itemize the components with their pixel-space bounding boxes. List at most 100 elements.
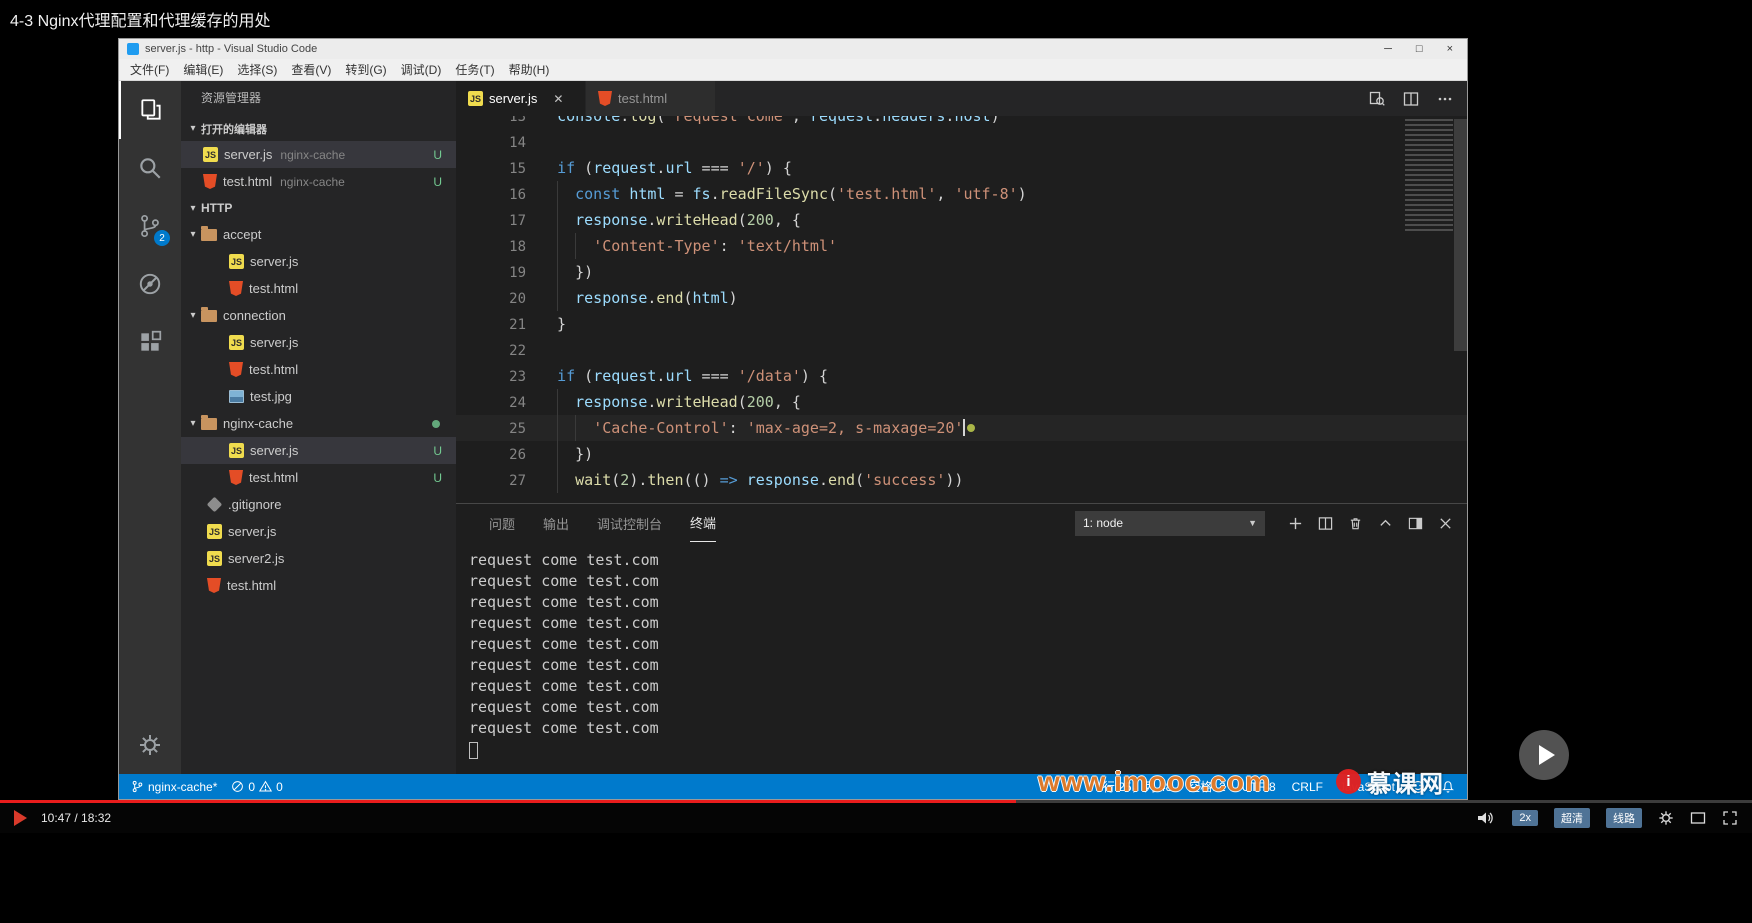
sidebar-title: 资源管理器 (201, 91, 262, 105)
extensions-icon[interactable] (119, 313, 181, 371)
tree-file[interactable]: test.html (181, 572, 456, 599)
workspace-label: HTTP (201, 201, 233, 215)
menu-item[interactable]: 帮助(H) (502, 61, 557, 78)
git-branch-status[interactable]: nginx-cache* (131, 780, 217, 794)
terminal-output[interactable]: request come test.com request come test.c… (456, 542, 1467, 759)
code-text: const html = fs.readFileSync('test.html'… (575, 185, 1027, 203)
file-name: test.html (249, 470, 299, 485)
file-name: test.html (249, 281, 299, 296)
line-number: 25 (509, 421, 526, 437)
menu-item[interactable]: 任务(T) (448, 61, 501, 78)
workspace-header[interactable]: ▾ HTTP (181, 195, 456, 221)
code-editor[interactable]: 13 console.log('request come', request.h… (456, 116, 1467, 503)
tree-file[interactable]: test.html (181, 275, 456, 302)
menu-item[interactable]: 转到(G) (338, 61, 393, 78)
status-item[interactable]: CRLF (1292, 780, 1323, 794)
text-cursor (963, 419, 966, 436)
terminal-select-value: 1: node (1083, 516, 1124, 530)
explorer-icon[interactable] (119, 81, 181, 139)
speed-button[interactable]: 2x (1512, 810, 1538, 826)
panel-tab[interactable]: 问题 (489, 504, 515, 542)
code-text: response.writeHead(200, { (575, 211, 801, 229)
vscode-titlebar[interactable]: server.js - http - Visual Studio Code ─ … (119, 39, 1467, 59)
menu-item[interactable]: 查看(V) (284, 61, 338, 78)
problems-status[interactable]: 0 0 (231, 780, 283, 794)
line-number: 24 (509, 395, 526, 411)
line-button[interactable]: 线路 (1606, 808, 1642, 828)
panel-tab[interactable]: 终端 (690, 504, 717, 542)
code-line: 26 }) (456, 441, 1467, 467)
search-icon[interactable] (119, 139, 181, 197)
open-editor-item[interactable]: JS server.js nginx-cache U (181, 141, 456, 168)
code-line: 24 response.writeHead(200, { (456, 389, 1467, 415)
menu-item[interactable]: 文件(F) (123, 61, 176, 78)
maximize-button[interactable]: □ (1416, 43, 1423, 55)
tree-folder[interactable]: ▾ connection (181, 302, 456, 329)
tree-file[interactable]: JS server.js U (181, 437, 456, 464)
code-text: 'Content-Type': 'text/html' (593, 237, 838, 255)
minimap[interactable] (1405, 119, 1453, 231)
theater-mode-icon[interactable] (1690, 810, 1706, 826)
panel-tab[interactable]: 输出 (543, 504, 569, 542)
terminal-line: request come test.com (469, 614, 659, 632)
tree-folder[interactable]: ▾ accept (181, 221, 456, 248)
editor-tab-test.html[interactable]: test.html (586, 81, 716, 116)
play-button[interactable] (14, 810, 27, 826)
floating-play-button[interactable] (1519, 730, 1569, 780)
panel-layout-icon[interactable] (1408, 516, 1423, 531)
editor-tab-server.js[interactable]: JS server.js ✕ (456, 81, 586, 116)
editor-scrollbar[interactable] (1454, 119, 1467, 351)
file-name: test.html (249, 362, 299, 377)
vscode-logo-icon (127, 43, 139, 55)
close-tab-icon[interactable]: ✕ (553, 92, 563, 106)
split-terminal-icon[interactable] (1318, 516, 1333, 531)
file-name: .gitignore (228, 497, 282, 512)
panel-tab[interactable]: 调试控制台 (597, 504, 662, 542)
warning-icon (259, 780, 273, 792)
menu-item[interactable]: 编辑(E) (176, 61, 230, 78)
menu-item[interactable]: 选择(S) (230, 61, 284, 78)
menu-item[interactable]: 调试(D) (394, 61, 449, 78)
open-preview-icon[interactable] (1369, 91, 1385, 107)
code-line: 14 (456, 129, 1467, 155)
more-actions-icon[interactable] (1437, 91, 1453, 107)
close-button[interactable]: × (1447, 43, 1453, 55)
quality-button[interactable]: 超清 (1554, 808, 1590, 828)
debug-icon[interactable] (119, 255, 181, 313)
line-number: 17 (509, 213, 526, 229)
open-editors-header[interactable]: ▾ 打开的编辑器 (181, 116, 456, 141)
imooc-brand-text: 慕课网 (1367, 771, 1445, 798)
tree-file[interactable]: test.jpg (181, 383, 456, 410)
new-terminal-icon[interactable] (1288, 516, 1303, 531)
tree-file[interactable]: JS server2.js (181, 545, 456, 572)
menu-bar: 文件(F) 编辑(E) 选择(S) 查看(V) 转到(G) 调试(D) 任务(T) 帮助(H) (119, 59, 1467, 81)
source-control-icon[interactable]: 2 (119, 197, 181, 255)
line-number: 18 (509, 239, 526, 255)
volume-icon[interactable] (1476, 810, 1496, 826)
terminal-select[interactable]: 1: node ▼ (1075, 510, 1265, 536)
code-text: response.end(html) (575, 289, 738, 307)
tree-file[interactable]: test.html U (181, 464, 456, 491)
minimize-button[interactable]: ─ (1384, 43, 1392, 55)
tree-file[interactable]: JS server.js (181, 248, 456, 275)
code-text: console.log('request come', request.head… (557, 116, 1000, 125)
kill-terminal-icon[interactable] (1348, 516, 1363, 531)
open-editor-item[interactable]: test.html nginx-cache U (181, 168, 456, 195)
split-editor-icon[interactable] (1403, 91, 1419, 107)
vscode-window: server.js - http - Visual Studio Code ─ … (118, 38, 1468, 800)
source-control-badge: 2 (154, 230, 170, 246)
tree-folder[interactable]: ▾ nginx-cache (181, 410, 456, 437)
cursor-dot (967, 424, 976, 432)
tree-file[interactable]: JS server.js (181, 518, 456, 545)
file-name: nginx-cache (223, 416, 294, 431)
fullscreen-icon[interactable] (1722, 810, 1738, 826)
tree-file[interactable]: JS server.js (181, 329, 456, 356)
tree-file[interactable]: .gitignore (181, 491, 456, 518)
js-file-icon: JS (203, 147, 218, 162)
file-tree: ▾ accept JS server.js test.html ▾ connection JS… (181, 221, 456, 599)
settings-gear-icon[interactable] (138, 733, 162, 762)
tree-file[interactable]: test.html (181, 356, 456, 383)
maximize-panel-icon[interactable] (1378, 516, 1393, 531)
player-settings-gear-icon[interactable] (1658, 810, 1674, 826)
close-panel-icon[interactable] (1438, 516, 1453, 531)
